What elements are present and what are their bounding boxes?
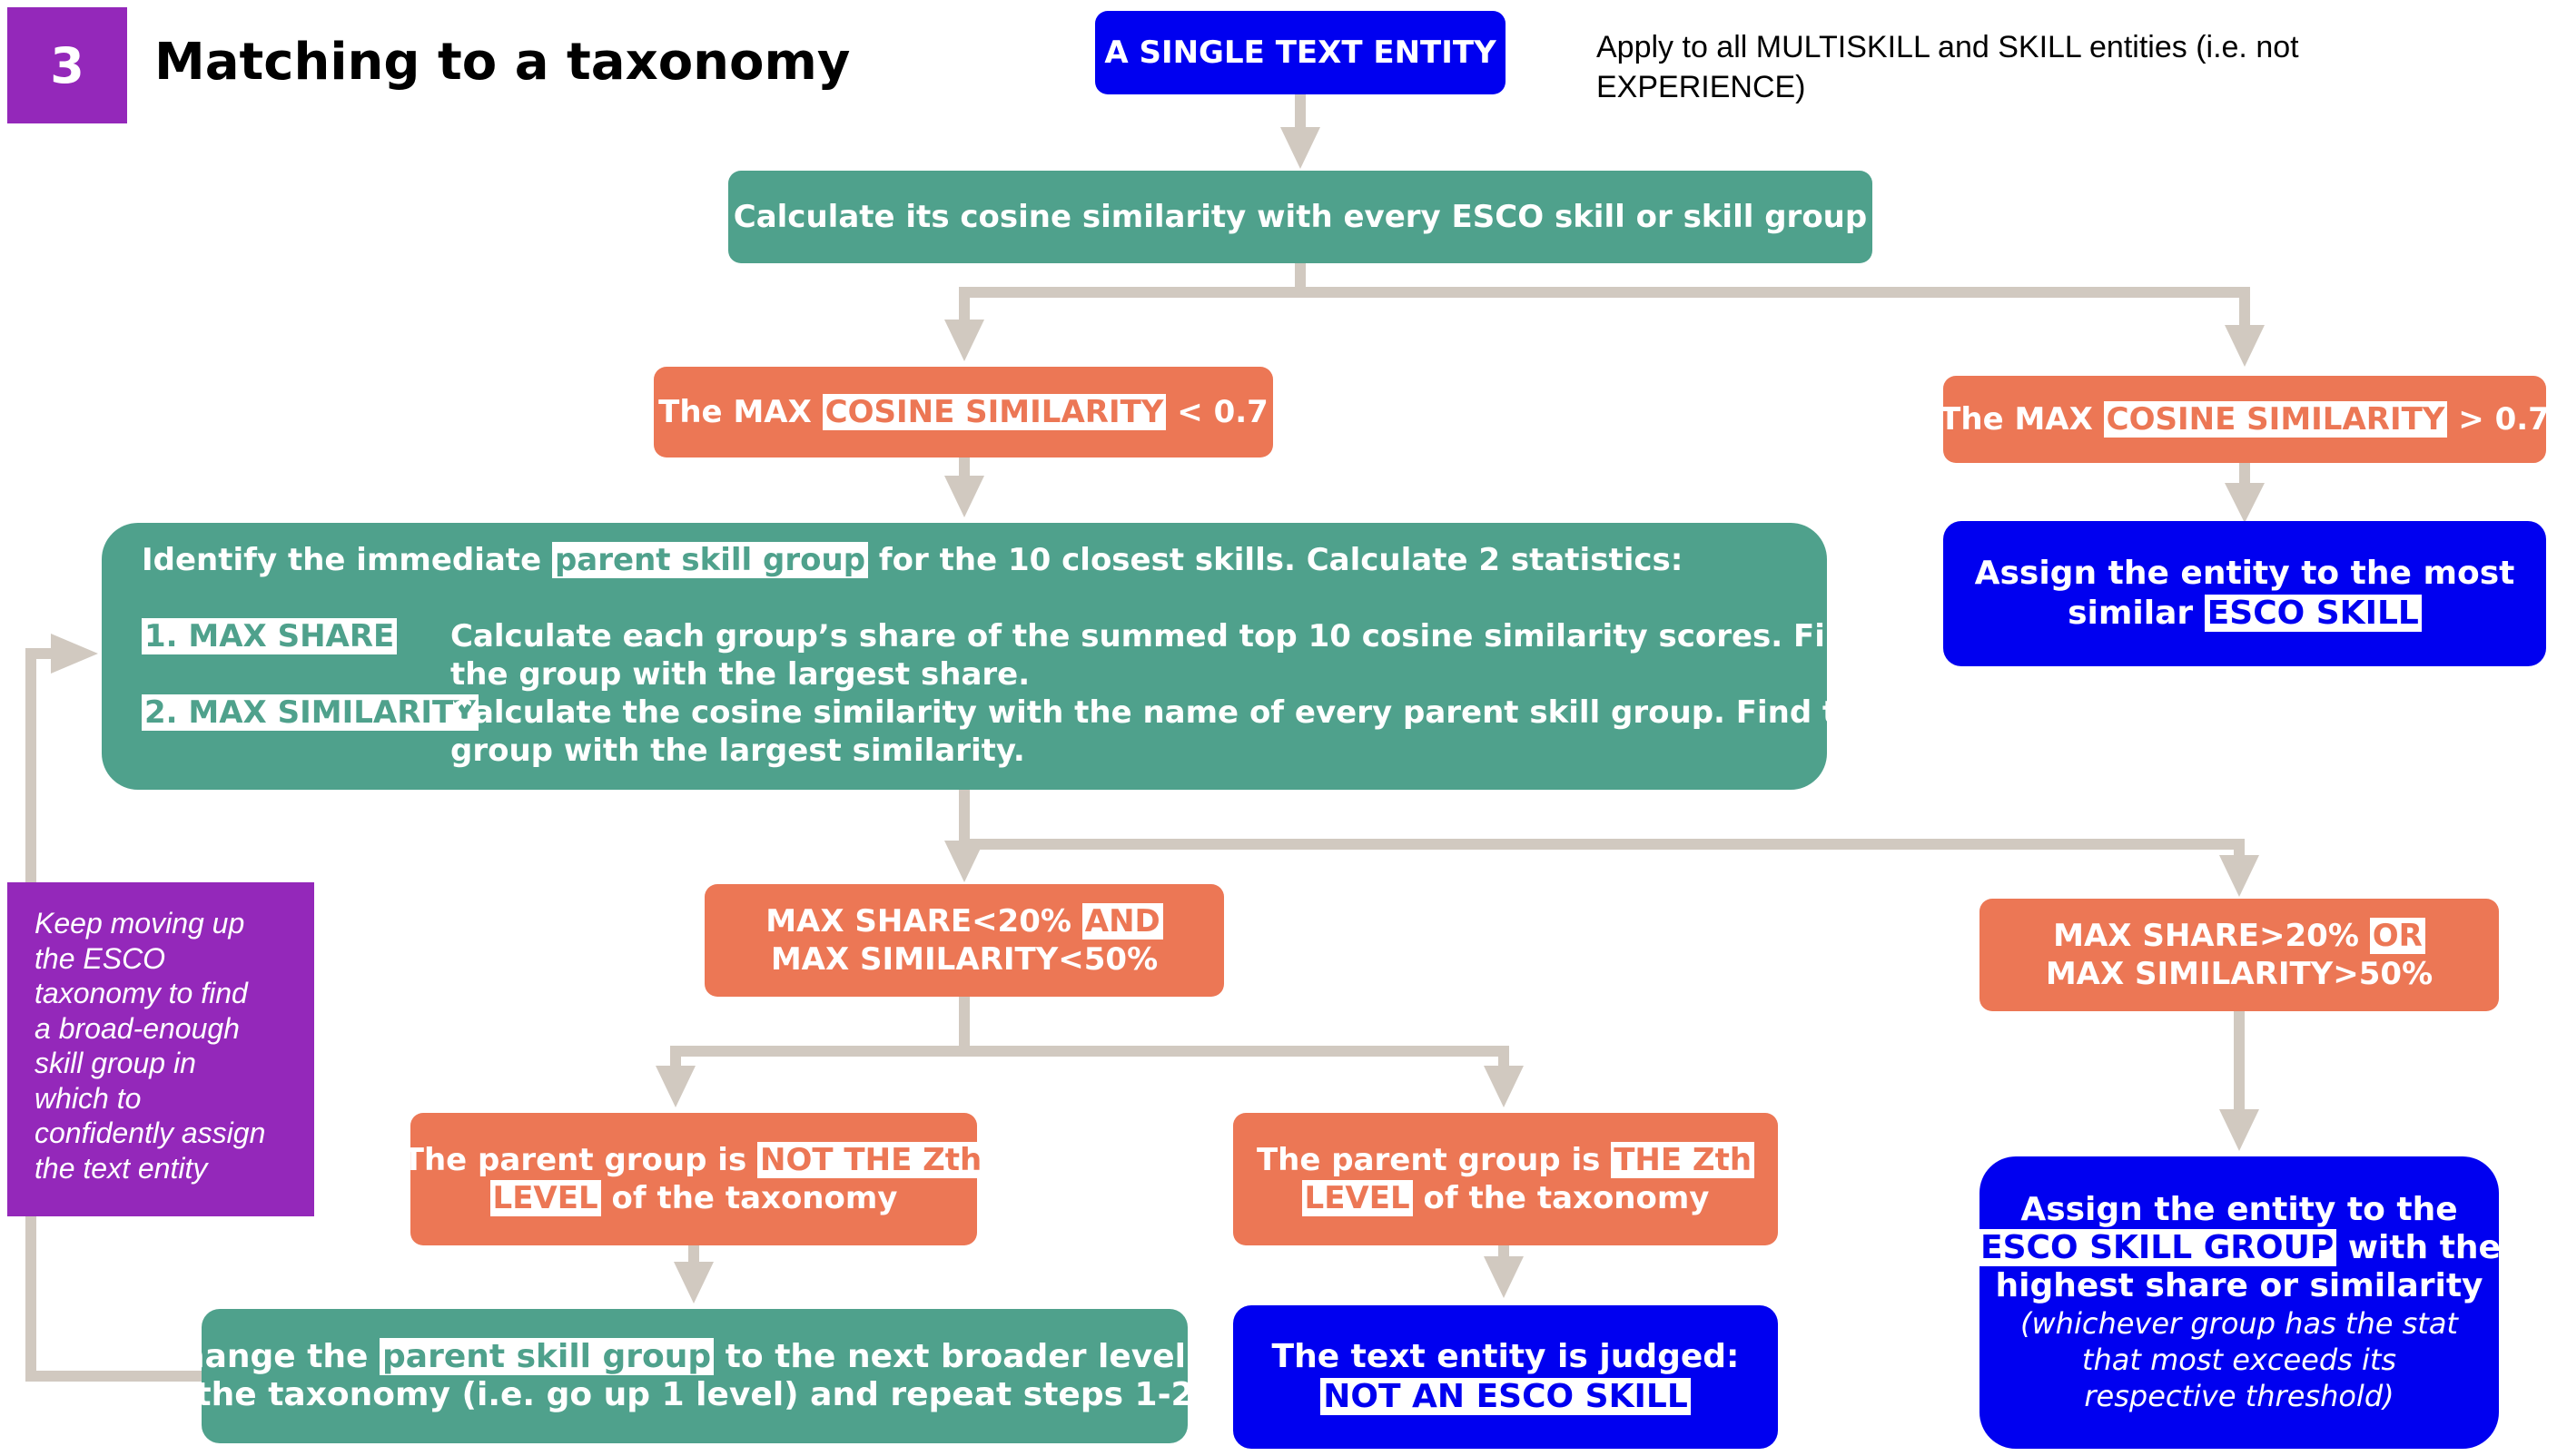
- node-is-top-level: The parent group is THE Zth LEVEL of the…: [1233, 1113, 1778, 1245]
- highlight-and: AND: [1081, 903, 1163, 940]
- stat2-description: Calculate the cosine similarity with the…: [450, 694, 1881, 769]
- highlight-not-an-esco-skill: NOT AN ESCO SKILL: [1320, 1378, 1691, 1415]
- scope-note-line1: Apply to all MULTISKILL and SKILL entiti…: [1596, 30, 2299, 64]
- highlight-cosine-similarity: COSINE SIMILARITY: [2103, 401, 2448, 438]
- scope-note: Apply to all MULTISKILL and SKILL entiti…: [1596, 27, 2299, 107]
- node-assign-esco-skill-group: Assign the entity to the ESCO SKILL GROU…: [1978, 1156, 2501, 1449]
- highlight-or: OR: [2369, 918, 2425, 954]
- stat1-description: Calculate each group’s share of the summ…: [450, 618, 1870, 693]
- highlight-not-the-zth: NOT THE Zth: [757, 1142, 985, 1178]
- highlight-the-zth: THE Zth: [1611, 1142, 1755, 1178]
- node-high-stats: MAX SHARE>20% OR MAX SIMILARITY>50%: [1979, 899, 2499, 1011]
- highlight-cosine-similarity: COSINE SIMILARITY: [822, 394, 1167, 430]
- highlight-parent-skill-group: parent skill group: [380, 1338, 715, 1375]
- page-title: Matching to a taxonomy: [154, 33, 851, 92]
- node-calculate-cosine-label: Calculate its cosine similarity with eve…: [733, 199, 1868, 235]
- node-assign-esco-skill: Assign the entity to the most similar ES…: [1943, 521, 2546, 666]
- node-single-text-entity-label: A SINGLE TEXT ENTITY: [1104, 34, 1496, 71]
- highlight-esco-skill: ESCO SKILL: [2204, 595, 2422, 632]
- node-not-an-esco-skill: The text entity is judged: NOT AN ESCO S…: [1233, 1305, 1778, 1449]
- highlight-level: LEVEL: [489, 1180, 601, 1216]
- step-number: 3: [50, 36, 84, 94]
- node-low-cosine: The MAX COSINE SIMILARITY < 0.7: [654, 367, 1273, 457]
- highlight-level: LEVEL: [1301, 1180, 1413, 1216]
- stat1-label: 1. MAX SHARE: [142, 617, 398, 655]
- step-number-badge: 3: [7, 7, 127, 123]
- node-calculate-cosine: Calculate its cosine similarity with eve…: [728, 171, 1872, 263]
- highlight-parent-skill-group: parent skill group: [551, 542, 869, 578]
- scope-note-line2: EXPERIENCE): [1596, 70, 1806, 104]
- highlight-esco-skill-group: ESCO SKILL GROUP: [1978, 1229, 2337, 1266]
- identify-intro: Identify the immediate parent skill grou…: [142, 542, 1683, 578]
- stat2-label: 2. MAX SIMILARITY: [142, 694, 479, 732]
- node-high-cosine: The MAX COSINE SIMILARITY > 0.7: [1940, 376, 2550, 463]
- node-single-text-entity: A SINGLE TEXT ENTITY: [1095, 11, 1506, 94]
- node-change-parent-group: Change the parent skill group to the nex…: [158, 1309, 1232, 1443]
- node-identify-parent-group: Identify the immediate parent skill grou…: [102, 523, 1881, 790]
- node-low-stats: MAX SHARE<20% AND MAX SIMILARITY<50%: [705, 884, 1224, 997]
- node-not-top-level: The parent group is NOT THE Zth LEVEL of…: [403, 1113, 985, 1245]
- loop-note: Keep moving up the ESCO taxonomy to find…: [7, 882, 314, 1216]
